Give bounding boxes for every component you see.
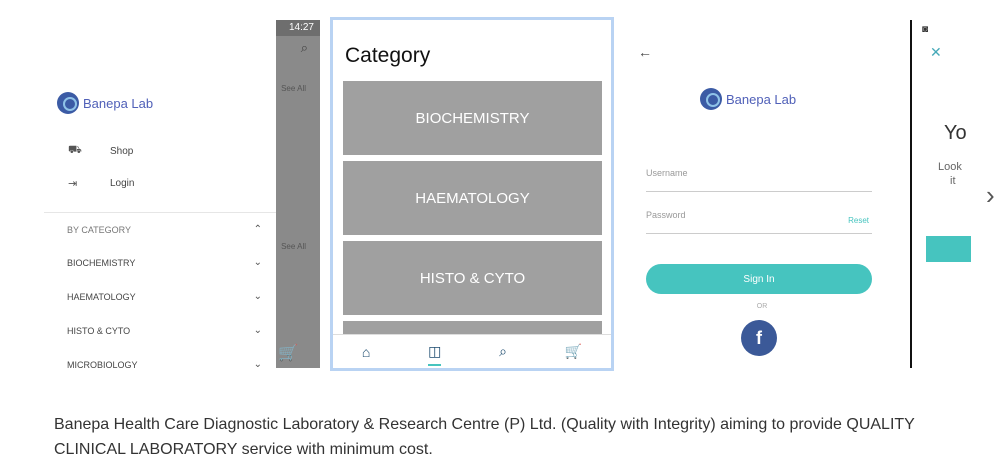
brand-name: Banepa Lab [726, 91, 797, 107]
partial-screen: ◙ ✕ | Yo Look it [910, 20, 971, 368]
menu-item-shop[interactable]: ⛟ Shop [68, 144, 133, 158]
screenshot-gallery: 14:27 ⌕ See All See All 🛒 Banepa Lab ⛟ S… [0, 0, 1000, 467]
search-icon[interactable]: ⌕ [499, 343, 507, 360]
by-category-label: BY CATEGORY [67, 224, 132, 235]
password-placeholder: Password [646, 210, 686, 220]
menu-item-login[interactable]: ⇥ Login [68, 177, 134, 190]
text-cursor-icon: | [970, 47, 971, 61]
page-title: Category [345, 44, 431, 67]
category-card-biochemistry[interactable]: BIOCHEMISTRY [343, 81, 602, 155]
partial-text-line: it [950, 175, 956, 187]
navigation-drawer: Banepa Lab ⛟ Shop ⇥ Login BY CATEGORY ⌃ … [44, 20, 276, 368]
shop-icon: ⛟ [68, 144, 82, 156]
login-screen: ← Banepa Lab Username Password Reset Sig… [628, 20, 896, 368]
login-icon: ⇥ [68, 178, 78, 190]
category-label: BIOCHEMISTRY [67, 257, 136, 268]
drawer-screen: 14:27 ⌕ See All See All 🛒 Banepa Lab ⛟ S… [44, 20, 320, 368]
category-item-histo-cyto[interactable]: HISTO & CYTO ⌄ [67, 325, 262, 336]
cart-icon: 🛒 [278, 345, 298, 362]
category-item-haematology[interactable]: HAEMATOLOGY ⌄ [67, 291, 262, 302]
chevron-down-icon: ⌄ [253, 291, 262, 302]
close-icon[interactable]: ✕ [930, 44, 942, 61]
category-label: MICROBIOLOGY [67, 359, 138, 369]
partial-text: Look it [938, 160, 962, 188]
menu-item-label: Login [110, 178, 135, 189]
chevron-up-icon: ⌃ [253, 224, 262, 235]
category-label: HISTO & CYTO [67, 325, 131, 336]
category-item-microbiology[interactable]: MICROBIOLOGY ⌄ [67, 359, 262, 368]
sign-in-button[interactable]: Sign In [646, 264, 872, 294]
see-all-link: See All [281, 84, 306, 93]
brand-name: Banepa Lab [83, 95, 154, 111]
search-icon: ⌕ [300, 40, 308, 55]
cart-icon[interactable]: 🛒 [565, 343, 582, 360]
status-time: 14:27 [288, 22, 314, 33]
camera-icon: ◙ [922, 24, 929, 35]
password-field[interactable]: Password Reset [646, 210, 872, 234]
category-label: HAEMATOLOGY [67, 291, 136, 302]
chevron-down-icon: ⌄ [253, 257, 262, 268]
or-separator: OR [756, 303, 768, 310]
reset-link[interactable]: Reset [848, 216, 869, 225]
chevron-down-icon: ⌄ [253, 325, 262, 336]
partial-text-line: Look [938, 161, 962, 173]
lab-logo-icon [57, 92, 79, 114]
category-card-histo-cyto[interactable]: HISTO & CYTO [343, 241, 602, 315]
menu-item-label: Shop [110, 145, 134, 157]
username-field[interactable]: Username [646, 168, 872, 192]
category-screen: Category BIOCHEMISTRY HAEMATOLOGY HISTO … [330, 17, 614, 371]
app-description: Banepa Health Care Diagnostic Laboratory… [54, 416, 915, 458]
username-placeholder: Username [646, 168, 688, 178]
see-all-link: See All [281, 242, 306, 251]
category-card-haematology[interactable]: HAEMATOLOGY [343, 161, 602, 235]
brand: Banepa Lab [57, 92, 153, 114]
brand: Banepa Lab [700, 88, 796, 110]
by-category-header[interactable]: BY CATEGORY ⌃ [67, 224, 262, 235]
chevron-down-icon: ⌄ [253, 359, 262, 368]
chevron-right-icon[interactable]: › [986, 180, 995, 211]
partial-heading: Yo [944, 122, 967, 144]
bottom-navigation: ⌂ ◫ ⌕ 🛒 [333, 334, 611, 368]
home-icon[interactable]: ⌂ [362, 344, 370, 360]
partial-button[interactable] [926, 236, 971, 262]
lab-logo-icon [700, 88, 722, 110]
facebook-login-button[interactable]: f [741, 320, 777, 356]
divider [44, 212, 276, 213]
category-item-biochemistry[interactable]: BIOCHEMISTRY ⌄ [67, 257, 262, 268]
back-arrow-icon[interactable]: ← [638, 44, 652, 60]
catalog-icon[interactable]: ◫ [428, 343, 442, 366]
